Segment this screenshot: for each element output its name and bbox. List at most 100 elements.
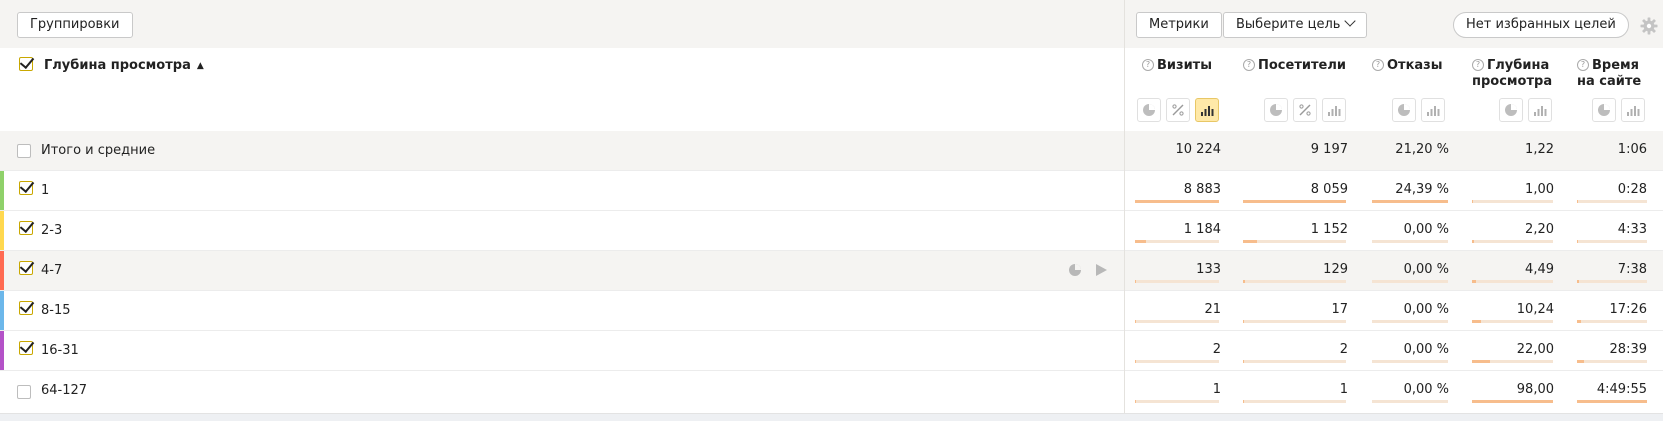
value-bar-track bbox=[1372, 280, 1448, 283]
row-label: 4-7 bbox=[41, 263, 63, 278]
metric-header-depth[interactable]: ? Глубина просмотра bbox=[1472, 58, 1552, 90]
total-time: 1:06 bbox=[1617, 142, 1647, 157]
favorite-goals-button[interactable]: Нет избранных целей bbox=[1453, 12, 1629, 38]
value-bar-track bbox=[1135, 280, 1219, 283]
totals-label: Итого и средние bbox=[41, 143, 156, 158]
report-panel: Группировки Метрики Выберите цель Нет из… bbox=[0, 0, 1663, 414]
value-bar-track bbox=[1577, 240, 1647, 243]
value-bar-track bbox=[1372, 400, 1448, 403]
row-checkbox[interactable] bbox=[19, 221, 33, 235]
value-bar-fill bbox=[1135, 280, 1136, 283]
value-bar-fill bbox=[1243, 320, 1244, 323]
bar-chart-button[interactable] bbox=[1528, 98, 1552, 122]
row-label: 1 bbox=[41, 183, 50, 198]
value-bar-track bbox=[1372, 240, 1448, 243]
metric-header-visitors[interactable]: ? Посетители bbox=[1243, 58, 1346, 74]
bar-chart-icon bbox=[1627, 106, 1640, 116]
value-bar-track bbox=[1577, 320, 1647, 323]
percent-button[interactable] bbox=[1166, 98, 1190, 122]
table-row[interactable]: 2-3 1 184 1 152 0,00 % 2,20 4:33 bbox=[0, 210, 1663, 250]
table-row[interactable]: 4-7 133 129 0,00 % 4,49 7:38 bbox=[0, 250, 1663, 290]
value-bar-fill bbox=[1243, 400, 1244, 403]
value-bar-fill bbox=[1135, 360, 1136, 363]
row-checkbox[interactable] bbox=[19, 261, 33, 275]
series-color-stripe bbox=[0, 211, 4, 250]
value-bar-track bbox=[1135, 200, 1219, 203]
bar-chart-button[interactable] bbox=[1421, 98, 1445, 122]
cell-time: 4:49:55 bbox=[1596, 382, 1647, 397]
cell-depth: 2,20 bbox=[1525, 222, 1554, 237]
metric-title: Отказы bbox=[1387, 58, 1443, 73]
row-play-icon[interactable] bbox=[1094, 263, 1108, 277]
value-bar-fill bbox=[1135, 240, 1146, 243]
cell-visitors: 17 bbox=[1331, 302, 1348, 317]
row-label: 2-3 bbox=[41, 223, 63, 238]
value-bar-track bbox=[1472, 240, 1553, 243]
table-row[interactable]: 8-15 21 17 0,00 % 10,24 17:26 bbox=[0, 290, 1663, 330]
metric-title-line2: просмотра bbox=[1472, 74, 1553, 89]
bar-chart-button[interactable] bbox=[1322, 98, 1346, 122]
row-checkbox[interactable] bbox=[19, 181, 33, 195]
series-color-stripe bbox=[0, 291, 4, 330]
pie-chart-button[interactable] bbox=[1137, 98, 1161, 122]
value-bar-track bbox=[1472, 400, 1553, 403]
value-bar-fill bbox=[1135, 400, 1136, 403]
dimension-title: Глубина просмотра bbox=[44, 58, 191, 73]
value-bar-track bbox=[1243, 240, 1346, 243]
row-checkbox[interactable] bbox=[17, 385, 31, 399]
cell-depth: 98,00 bbox=[1516, 382, 1554, 397]
cell-visits: 8 883 bbox=[1183, 182, 1221, 197]
cell-bounces: 0,00 % bbox=[1403, 382, 1449, 397]
table-row[interactable]: 1 8 883 8 059 24,39 % 1,00 0:28 bbox=[0, 170, 1663, 210]
cell-time: 17:26 bbox=[1609, 302, 1647, 317]
cell-depth: 10,24 bbox=[1516, 302, 1554, 317]
metric-header-time[interactable]: ? Время на сайте bbox=[1577, 58, 1641, 90]
row-checkbox[interactable] bbox=[19, 341, 33, 355]
row-checkbox[interactable] bbox=[19, 301, 33, 315]
total-depth: 1,22 bbox=[1525, 142, 1554, 157]
gear-icon[interactable] bbox=[1640, 17, 1658, 35]
value-bar-fill bbox=[1472, 320, 1481, 323]
bar-chart-button[interactable] bbox=[1621, 98, 1645, 122]
goal-select[interactable]: Выберите цель bbox=[1223, 12, 1368, 38]
metric-header-visits[interactable]: ? Визиты bbox=[1142, 58, 1212, 74]
cell-depth: 1,00 bbox=[1525, 182, 1554, 197]
table-row[interactable]: 64-127 1 1 0,00 % 98,00 4:49:55 bbox=[0, 370, 1663, 410]
total-visitors: 9 197 bbox=[1310, 142, 1348, 157]
pie-chart-button[interactable] bbox=[1392, 98, 1416, 122]
value-bar-track bbox=[1472, 200, 1553, 203]
value-bar-fill bbox=[1243, 240, 1257, 243]
percent-icon bbox=[1299, 104, 1311, 116]
series-color-stripe bbox=[0, 331, 4, 370]
help-icon[interactable]: ? bbox=[1472, 58, 1484, 71]
metric-header-bounces[interactable]: ? Отказы bbox=[1372, 58, 1443, 74]
value-bar-track bbox=[1577, 360, 1647, 363]
pie-chart-button[interactable] bbox=[1499, 98, 1523, 122]
totals-checkbox[interactable] bbox=[17, 144, 31, 158]
value-bar-fill bbox=[1243, 200, 1346, 203]
cell-visitors: 8 059 bbox=[1310, 182, 1348, 197]
help-icon[interactable]: ? bbox=[1372, 58, 1384, 71]
groupings-button[interactable]: Группировки bbox=[17, 12, 133, 38]
pie-chart-button[interactable] bbox=[1264, 98, 1288, 122]
help-icon[interactable]: ? bbox=[1243, 58, 1255, 71]
table-row[interactable]: 16-31 2 2 0,00 % 22,00 28:39 bbox=[0, 330, 1663, 370]
select-all-checkbox[interactable] bbox=[19, 57, 33, 71]
value-bar-fill bbox=[1372, 200, 1448, 203]
dimension-header[interactable]: Глубина просмотра ▲ bbox=[44, 58, 204, 73]
help-icon[interactable]: ? bbox=[1577, 58, 1589, 71]
pie-chart-icon bbox=[1398, 104, 1410, 116]
chevron-down-icon bbox=[1344, 15, 1357, 27]
cell-bounces: 0,00 % bbox=[1403, 222, 1449, 237]
row-pie-chart-icon[interactable] bbox=[1068, 263, 1082, 277]
value-bar-fill bbox=[1577, 360, 1584, 363]
bar-chart-button[interactable] bbox=[1195, 98, 1219, 122]
percent-button[interactable] bbox=[1293, 98, 1317, 122]
cell-depth: 4,49 bbox=[1525, 262, 1554, 277]
value-bar-track bbox=[1472, 280, 1553, 283]
pie-chart-button[interactable] bbox=[1592, 98, 1616, 122]
help-icon[interactable]: ? bbox=[1142, 58, 1154, 71]
value-bar-track bbox=[1135, 320, 1219, 323]
value-bar-track bbox=[1135, 400, 1219, 403]
metrics-button[interactable]: Метрики bbox=[1136, 12, 1222, 38]
